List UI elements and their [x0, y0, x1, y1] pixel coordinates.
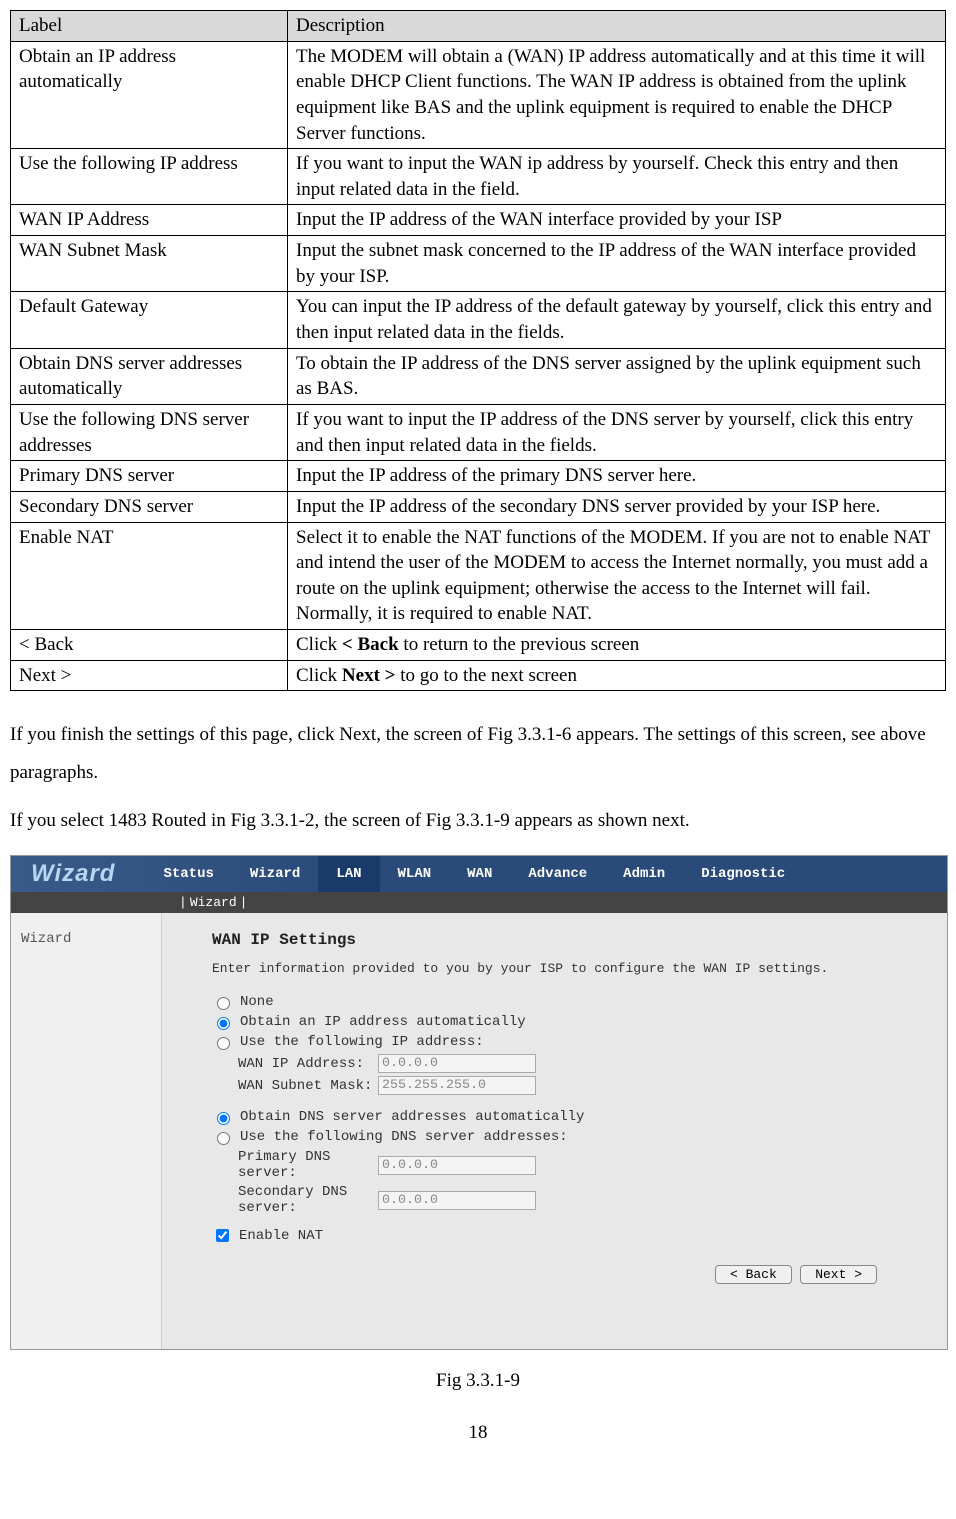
- section-title: WAN IP Settings: [212, 931, 917, 949]
- router-screenshot: Wizard Status Wizard LAN WLAN WAN Advanc…: [10, 855, 948, 1350]
- table-row-label: WAN Subnet Mask: [11, 236, 288, 292]
- nav-diagnostic[interactable]: Diagnostic: [683, 856, 803, 892]
- table-row-label: Secondary DNS server: [11, 491, 288, 522]
- label-use-ip: Use the following IP address:: [240, 1034, 484, 1050]
- paragraph-2: If you select 1483 Routed in Fig 3.3.1-2…: [10, 802, 946, 840]
- table-row-label: < Back: [11, 630, 288, 661]
- primary-dns-input[interactable]: [378, 1156, 536, 1175]
- table-row-desc: Input the IP address of the secondary DN…: [288, 491, 946, 522]
- table-row-label: Obtain DNS server addresses automaticall…: [11, 348, 288, 404]
- next-button[interactable]: Next >: [800, 1265, 877, 1284]
- secondary-dns-input[interactable]: [378, 1191, 536, 1210]
- label-obtain-dns: Obtain DNS server addresses automaticall…: [240, 1109, 584, 1125]
- back-button[interactable]: < Back: [715, 1265, 792, 1284]
- table-row-label: Enable NAT: [11, 522, 288, 630]
- table-header-label: Label: [11, 11, 288, 42]
- table-row-label: Primary DNS server: [11, 461, 288, 492]
- label-use-dns: Use the following DNS server addresses:: [240, 1129, 568, 1145]
- table-row-desc: Input the IP address of the WAN interfac…: [288, 205, 946, 236]
- figure-caption: Fig 3.3.1-9: [10, 1370, 946, 1392]
- wan-ip-label: WAN IP Address:: [238, 1056, 378, 1072]
- nav-status[interactable]: Status: [145, 856, 231, 892]
- table-row-desc: Click < Back to return to the previous s…: [288, 630, 946, 661]
- radio-none[interactable]: [217, 997, 230, 1010]
- table-row-label: Default Gateway: [11, 292, 288, 348]
- table-row-label: Use the following DNS server addresses: [11, 404, 288, 460]
- nav-wan[interactable]: WAN: [449, 856, 510, 892]
- table-row-desc: Input the subnet mask concerned to the I…: [288, 236, 946, 292]
- page-number: 18: [10, 1422, 946, 1444]
- nav-admin[interactable]: Admin: [605, 856, 683, 892]
- table-row-desc: To obtain the IP address of the DNS serv…: [288, 348, 946, 404]
- table-row-desc: You can input the IP address of the defa…: [288, 292, 946, 348]
- table-row-label: Use the following IP address: [11, 149, 288, 205]
- subnav-wizard[interactable]: Wizard: [187, 895, 240, 910]
- table-row-desc: Select it to enable the NAT functions of…: [288, 522, 946, 630]
- nav-wlan[interactable]: WLAN: [380, 856, 450, 892]
- content-panel: WAN IP Settings Enter information provid…: [162, 913, 947, 1349]
- label-obtain-ip: Obtain an IP address automatically: [240, 1014, 526, 1030]
- nav-wizard[interactable]: Wizard: [232, 856, 318, 892]
- checkbox-enable-nat[interactable]: [216, 1229, 229, 1242]
- label-enable-nat: Enable NAT: [239, 1228, 323, 1244]
- radio-use-ip[interactable]: [217, 1037, 230, 1050]
- top-nav: Wizard Status Wizard LAN WLAN WAN Advanc…: [11, 856, 947, 892]
- sidebar: Wizard: [11, 913, 162, 1349]
- table-row-desc: The MODEM will obtain a (WAN) IP address…: [288, 41, 946, 149]
- table-row-desc: If you want to input the IP address of t…: [288, 404, 946, 460]
- table-row-desc: Click Next > to go to the next screen: [288, 660, 946, 691]
- wan-mask-input[interactable]: [378, 1076, 536, 1095]
- table-row-label: WAN IP Address: [11, 205, 288, 236]
- label-none: None: [240, 994, 274, 1010]
- section-subtitle: Enter information provided to you by you…: [212, 961, 917, 976]
- radio-use-dns[interactable]: [217, 1132, 230, 1145]
- sidebar-item-wizard[interactable]: Wizard: [21, 931, 151, 947]
- secondary-dns-label: Secondary DNS server:: [238, 1184, 378, 1216]
- radio-obtain-dns[interactable]: [217, 1112, 230, 1125]
- table-row-label: Obtain an IP address automatically: [11, 41, 288, 149]
- radio-obtain-ip[interactable]: [217, 1017, 230, 1030]
- description-table: Label Description Obtain an IP address a…: [10, 10, 946, 691]
- primary-dns-label: Primary DNS server:: [238, 1149, 378, 1181]
- nav-lan[interactable]: LAN: [318, 856, 379, 892]
- table-row-label: Next >: [11, 660, 288, 691]
- nav-advance[interactable]: Advance: [510, 856, 605, 892]
- sub-nav: |Wizard|: [11, 892, 947, 913]
- paragraph-1: If you finish the settings of this page,…: [10, 716, 946, 792]
- brand-title: Wizard: [11, 860, 145, 888]
- wan-mask-label: WAN Subnet Mask:: [238, 1078, 378, 1094]
- table-header-desc: Description: [288, 11, 946, 42]
- table-row-desc: If you want to input the WAN ip address …: [288, 149, 946, 205]
- wan-ip-input[interactable]: [378, 1054, 536, 1073]
- table-row-desc: Input the IP address of the primary DNS …: [288, 461, 946, 492]
